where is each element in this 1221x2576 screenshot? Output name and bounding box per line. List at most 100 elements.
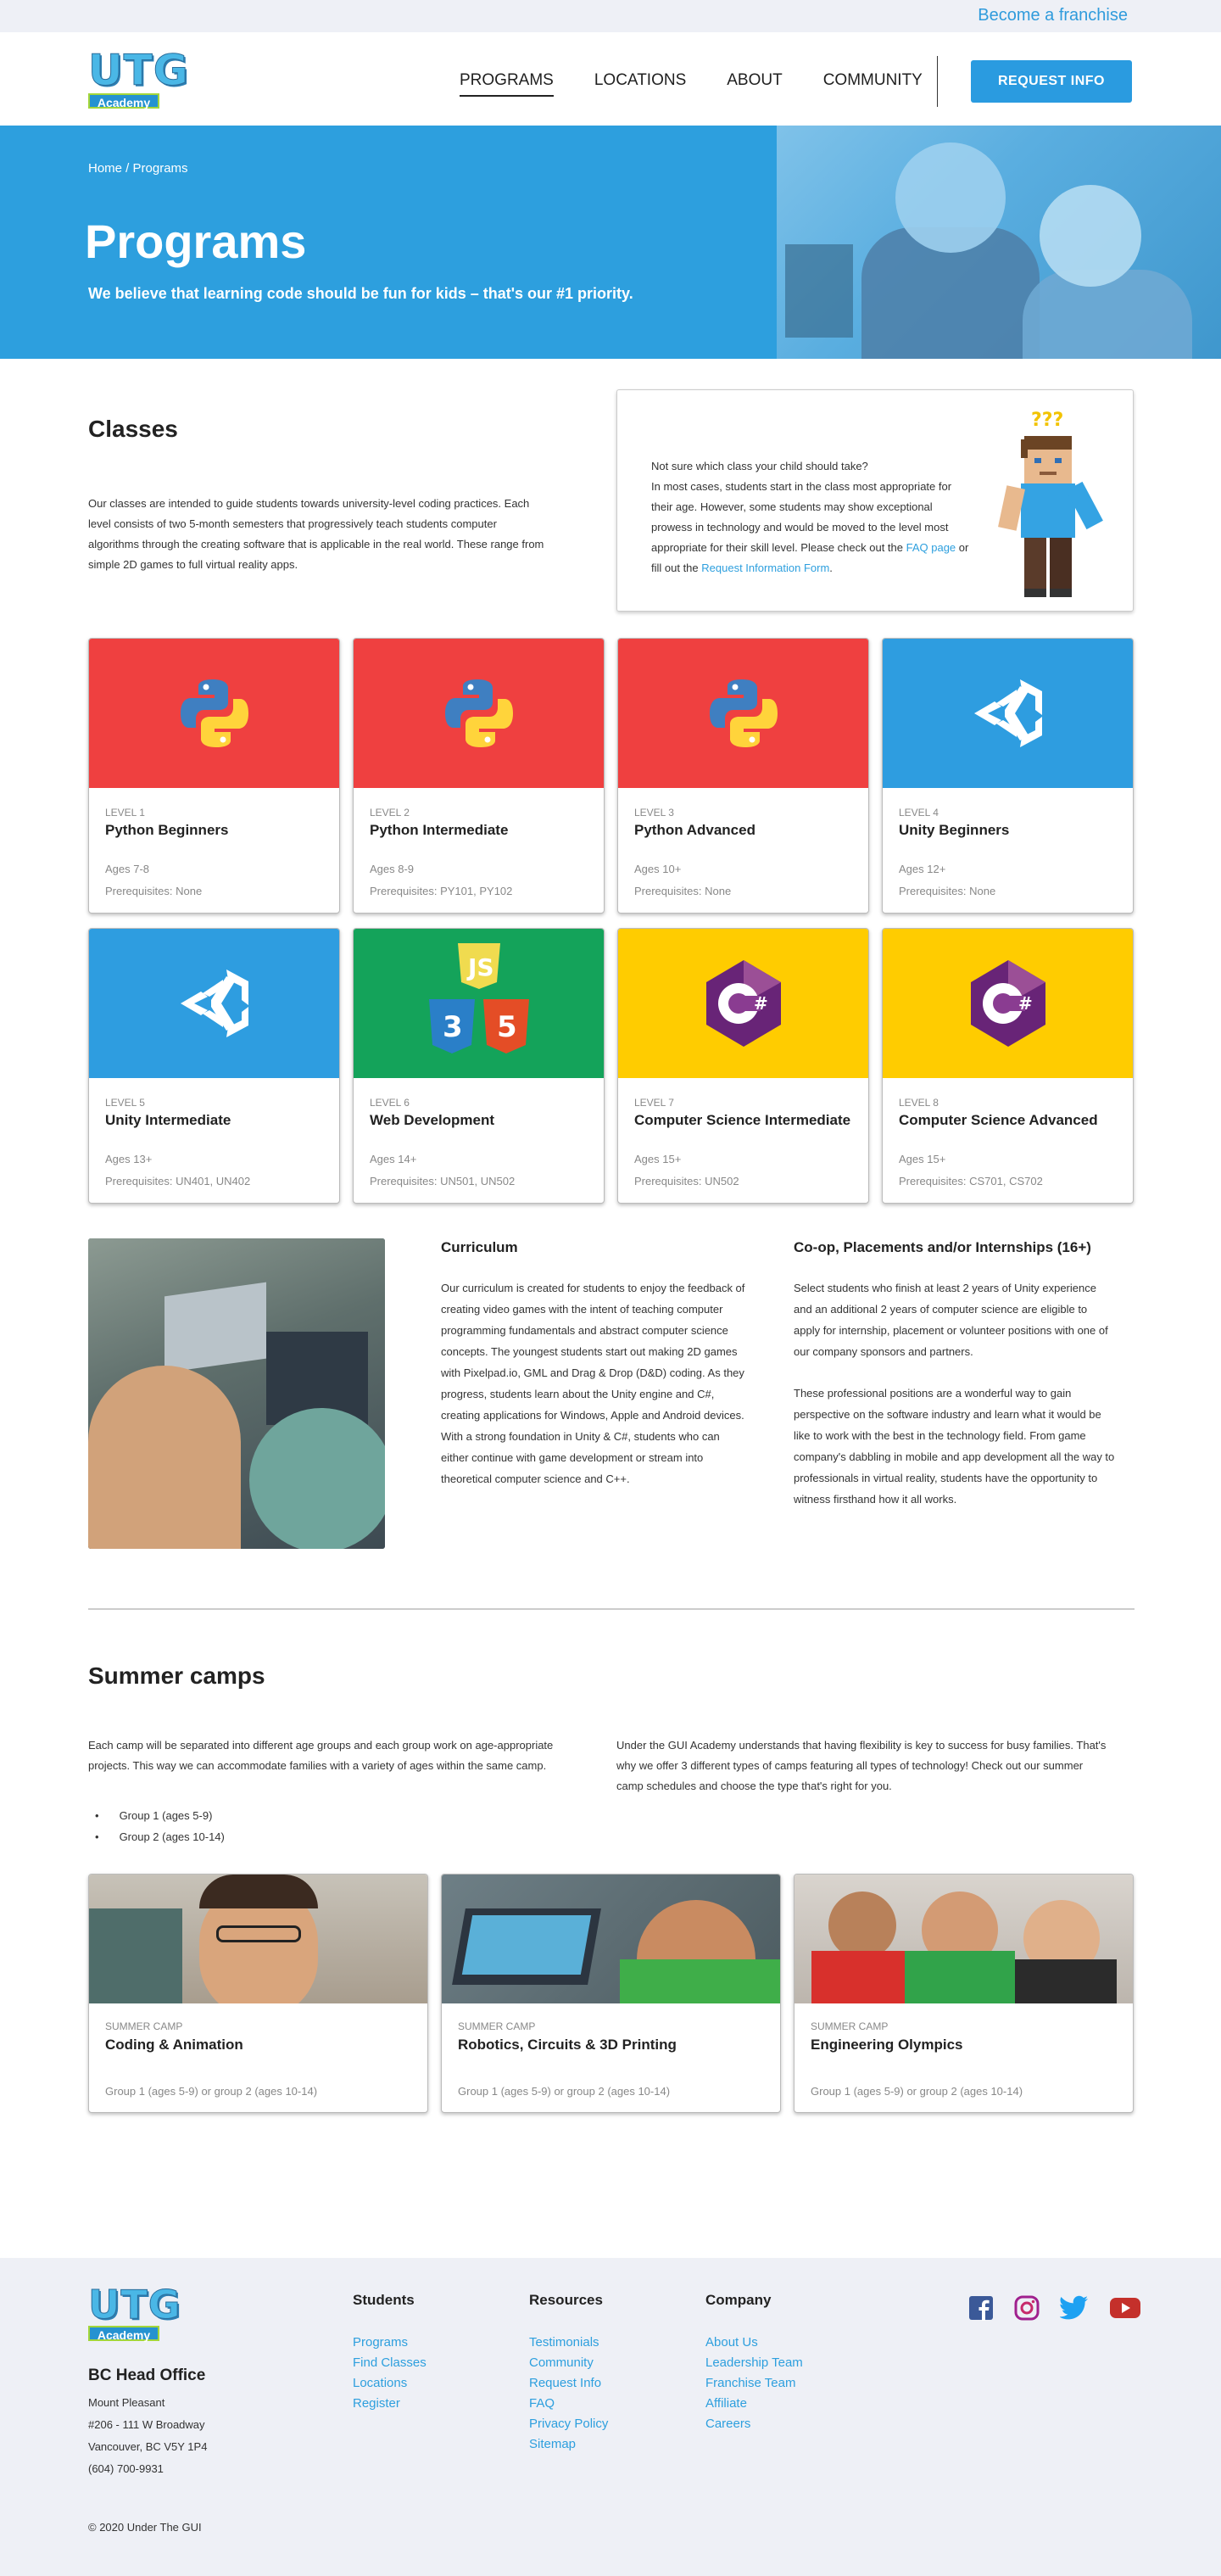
card-ages: Ages 13+ bbox=[105, 1153, 153, 1165]
camp-card[interactable]: SUMMER CAMP Robotics, Circuits & 3D Prin… bbox=[441, 1874, 781, 2113]
card-level: LEVEL 5 bbox=[105, 1097, 145, 1109]
class-card[interactable]: LEVEL 5 Unity Intermediate Ages 13+ Prer… bbox=[88, 928, 340, 1204]
unity-icon bbox=[180, 969, 248, 1037]
card-level: LEVEL 7 bbox=[634, 1097, 674, 1109]
logo-letters: UTG bbox=[88, 2282, 181, 2327]
class-card[interactable]: LEVEL 4 Unity Beginners Ages 12+ Prerequ… bbox=[882, 638, 1134, 914]
logo-badge: Academy bbox=[88, 2326, 159, 2342]
list-item: Group 1 (ages 5-9) bbox=[95, 1805, 225, 1826]
footer-link[interactable]: Request Info bbox=[529, 2373, 608, 2394]
section-divider bbox=[88, 1608, 1135, 1610]
coop-heading: Co-op, Placements and/or Internships (16… bbox=[794, 1239, 1091, 1255]
instagram-icon[interactable] bbox=[1014, 2295, 1040, 2321]
camp-title: Robotics, Circuits & 3D Printing bbox=[458, 2037, 677, 2053]
camp-photo bbox=[89, 1875, 427, 2003]
svg-text:3: 3 bbox=[443, 1010, 463, 1044]
site-footer: UTG Academy BC Head Office Mount Pleasan… bbox=[0, 2258, 1221, 2576]
footer-link[interactable]: Franchise Team bbox=[705, 2373, 803, 2394]
class-card[interactable]: LEVEL 2 Python Intermediate Ages 8-9 Pre… bbox=[353, 638, 605, 914]
become-franchise-link[interactable]: Become a franchise bbox=[978, 6, 1128, 25]
footer-logo[interactable]: UTG Academy bbox=[88, 2282, 181, 2343]
csharp-icon: # bbox=[970, 960, 1045, 1047]
card-level: LEVEL 8 bbox=[899, 1097, 939, 1109]
svg-text:5: 5 bbox=[497, 1010, 517, 1044]
footer-heading: Students bbox=[353, 2292, 415, 2308]
class-card[interactable]: JS 3 5 LEVEL 6 Web Development Ages 14+ … bbox=[353, 928, 605, 1204]
card-level: LEVEL 1 bbox=[105, 807, 145, 819]
address-line: #206 - 111 W Broadway bbox=[88, 2418, 205, 2431]
footer-link[interactable]: Locations bbox=[353, 2373, 427, 2394]
faq-link[interactable]: FAQ page bbox=[906, 541, 956, 554]
footer-link[interactable]: FAQ bbox=[529, 2394, 608, 2414]
unity-icon bbox=[973, 679, 1042, 747]
class-help-text: Not sure which class your child should t… bbox=[651, 456, 973, 578]
footer-link[interactable]: Privacy Policy bbox=[529, 2414, 608, 2434]
request-info-button[interactable]: REQUEST INFO bbox=[971, 60, 1132, 103]
svg-text:???: ??? bbox=[1031, 410, 1063, 431]
camp-card[interactable]: SUMMER CAMP Coding & Animation Group 1 (… bbox=[88, 1874, 428, 2113]
footer-link[interactable]: About Us bbox=[705, 2333, 803, 2353]
class-card[interactable]: # LEVEL 8 Computer Science Advanced Ages… bbox=[882, 928, 1134, 1204]
card-prerequisites: Prerequisites: UN502 bbox=[634, 1175, 739, 1187]
site-header: UTG Academy PROGRAMS LOCATIONS ABOUT COM… bbox=[0, 32, 1221, 126]
card-prerequisites: Prerequisites: CS701, CS702 bbox=[899, 1175, 1043, 1187]
summer-groups-list: Group 1 (ages 5-9) Group 2 (ages 10-14) bbox=[95, 1805, 225, 1847]
footer-link[interactable]: Register bbox=[353, 2394, 427, 2414]
office-title: BC Head Office bbox=[88, 2366, 206, 2384]
card-level: LEVEL 4 bbox=[899, 807, 939, 819]
footer-link[interactable]: Careers bbox=[705, 2414, 803, 2434]
nav-programs[interactable]: PROGRAMS bbox=[460, 71, 554, 97]
help-period: . bbox=[829, 562, 833, 574]
nav-community[interactable]: COMMUNITY bbox=[823, 71, 923, 97]
facebook-icon[interactable] bbox=[968, 2295, 994, 2321]
list-item: Group 2 (ages 10-14) bbox=[95, 1826, 225, 1847]
card-banner bbox=[354, 639, 604, 788]
nav-locations[interactable]: LOCATIONS bbox=[594, 71, 686, 97]
python-icon bbox=[709, 679, 778, 747]
class-card[interactable]: # LEVEL 7 Computer Science Intermediate … bbox=[617, 928, 869, 1204]
card-ages: Ages 15+ bbox=[899, 1153, 946, 1165]
twitter-icon[interactable] bbox=[1060, 2295, 1089, 2321]
card-title: Python Advanced bbox=[634, 822, 755, 838]
camp-card[interactable]: SUMMER CAMP Engineering Olympics Group 1… bbox=[794, 1874, 1134, 2113]
office-address: Mount Pleasant #206 - 111 W Broadway Van… bbox=[88, 2392, 207, 2480]
footer-link[interactable]: Affiliate bbox=[705, 2394, 803, 2414]
class-card[interactable]: LEVEL 3 Python Advanced Ages 10+ Prerequ… bbox=[617, 638, 869, 914]
footer-students: Students Programs Find Classes Locations… bbox=[353, 2292, 427, 2414]
nav-about[interactable]: ABOUT bbox=[727, 71, 782, 97]
card-banner: # bbox=[883, 929, 1133, 1078]
address-line: Vancouver, BC V5Y 1P4 bbox=[88, 2440, 208, 2453]
hero-tagline: We believe that learning code should be … bbox=[88, 285, 633, 302]
footer-link[interactable]: Programs bbox=[353, 2333, 427, 2353]
class-help-box: Not sure which class your child should t… bbox=[616, 389, 1134, 612]
footer-link[interactable]: Sitemap bbox=[529, 2434, 608, 2455]
card-ages: Ages 15+ bbox=[634, 1153, 682, 1165]
footer-link[interactable]: Leadership Team bbox=[705, 2353, 803, 2373]
classes-description: Our classes are intended to guide studen… bbox=[88, 497, 544, 571]
camp-label: SUMMER CAMP bbox=[458, 2020, 536, 2032]
curriculum-photo bbox=[88, 1238, 385, 1549]
camp-label: SUMMER CAMP bbox=[105, 2020, 183, 2032]
class-card[interactable]: LEVEL 1 Python Beginners Ages 7-8 Prereq… bbox=[88, 638, 340, 914]
card-ages: Ages 14+ bbox=[370, 1153, 417, 1165]
footer-link[interactable]: Community bbox=[529, 2353, 608, 2373]
request-form-link[interactable]: Request Information Form bbox=[701, 562, 829, 574]
card-banner bbox=[89, 929, 339, 1078]
logo[interactable]: UTG Academy bbox=[88, 47, 189, 110]
card-title: Python Beginners bbox=[105, 822, 229, 838]
address-line: Mount Pleasant bbox=[88, 2396, 165, 2409]
breadcrumb[interactable]: Home / Programs bbox=[88, 161, 188, 176]
svg-text:#: # bbox=[1018, 993, 1033, 1014]
card-ages: Ages 12+ bbox=[899, 863, 946, 875]
coop-text-2: These professional positions are a wonde… bbox=[794, 1387, 1115, 1506]
camp-groups: Group 1 (ages 5-9) or group 2 (ages 10-1… bbox=[105, 2085, 318, 2098]
curriculum-text: Our curriculum is created for students t… bbox=[441, 1282, 745, 1485]
coop-text-1: Select students who finish at least 2 ye… bbox=[794, 1282, 1108, 1358]
hero-photo bbox=[777, 126, 1221, 359]
main-nav: PROGRAMS LOCATIONS ABOUT COMMUNITY bbox=[460, 71, 963, 97]
nav-divider bbox=[937, 56, 938, 107]
footer-link[interactable]: Testimonials bbox=[529, 2333, 608, 2353]
summer-text-1: Each camp will be separated into differe… bbox=[88, 1739, 554, 1772]
footer-link[interactable]: Find Classes bbox=[353, 2353, 427, 2373]
youtube-icon[interactable] bbox=[1109, 2295, 1141, 2321]
